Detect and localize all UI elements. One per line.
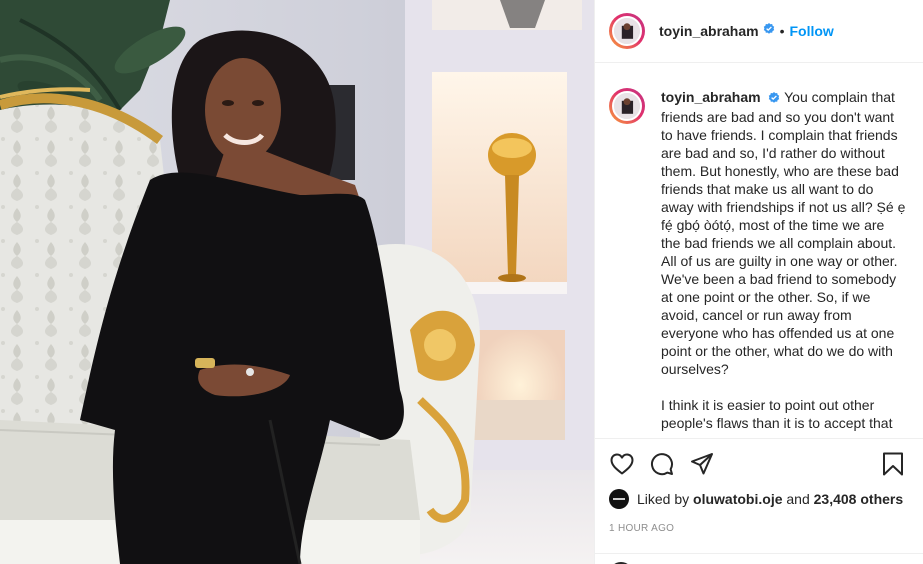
post-header: toyin_abraham • Follow <box>595 0 923 63</box>
post-photo[interactable] <box>0 0 594 564</box>
caption-row: toyin_abraham You complain that friends … <box>609 88 906 438</box>
verified-badge-icon <box>763 22 775 40</box>
caption-area[interactable]: toyin_abraham You complain that friends … <box>595 64 923 438</box>
post-sidebar: toyin_abraham • Follow toyin_abraham You… <box>594 0 923 564</box>
action-bar: Liked by oluwatobi.oje and 23,408 others… <box>595 438 923 564</box>
caption-username[interactable]: toyin_abraham <box>661 89 761 105</box>
share-icon[interactable] <box>689 451 715 477</box>
photo-illustration <box>0 0 594 564</box>
liked-by-user-link[interactable]: oluwatobi.oje <box>693 491 782 507</box>
action-icons <box>595 439 923 489</box>
post-timestamp[interactable]: 1 HOUR AGO <box>595 509 923 534</box>
caption-avatar[interactable] <box>609 88 645 124</box>
header-username[interactable]: toyin_abraham <box>659 23 759 39</box>
heart-icon[interactable] <box>609 451 635 477</box>
caption-text: toyin_abraham You complain that friends … <box>661 88 906 438</box>
avatar-image <box>612 91 642 121</box>
profile-avatar[interactable] <box>609 13 645 49</box>
caption-paragraph: I think it is easier to point out other … <box>661 397 893 431</box>
verified-badge-icon <box>768 90 780 108</box>
follow-button[interactable]: Follow <box>790 23 834 39</box>
bookmark-icon[interactable] <box>880 451 906 477</box>
caption-paragraph: You complain that friends are bad and so… <box>661 89 906 377</box>
separator-dot: • <box>779 23 785 39</box>
add-comment-bar <box>595 553 923 564</box>
likes-summary: Liked by oluwatobi.oje and 23,408 others <box>595 489 923 509</box>
liked-by-prefix: Liked by <box>637 491 690 507</box>
avatar-image <box>612 16 642 46</box>
comment-icon[interactable] <box>649 451 675 477</box>
liked-by-and: and <box>786 491 810 507</box>
liker-avatar[interactable] <box>609 489 629 509</box>
likes-others-link[interactable]: 23,408 others <box>814 491 904 507</box>
